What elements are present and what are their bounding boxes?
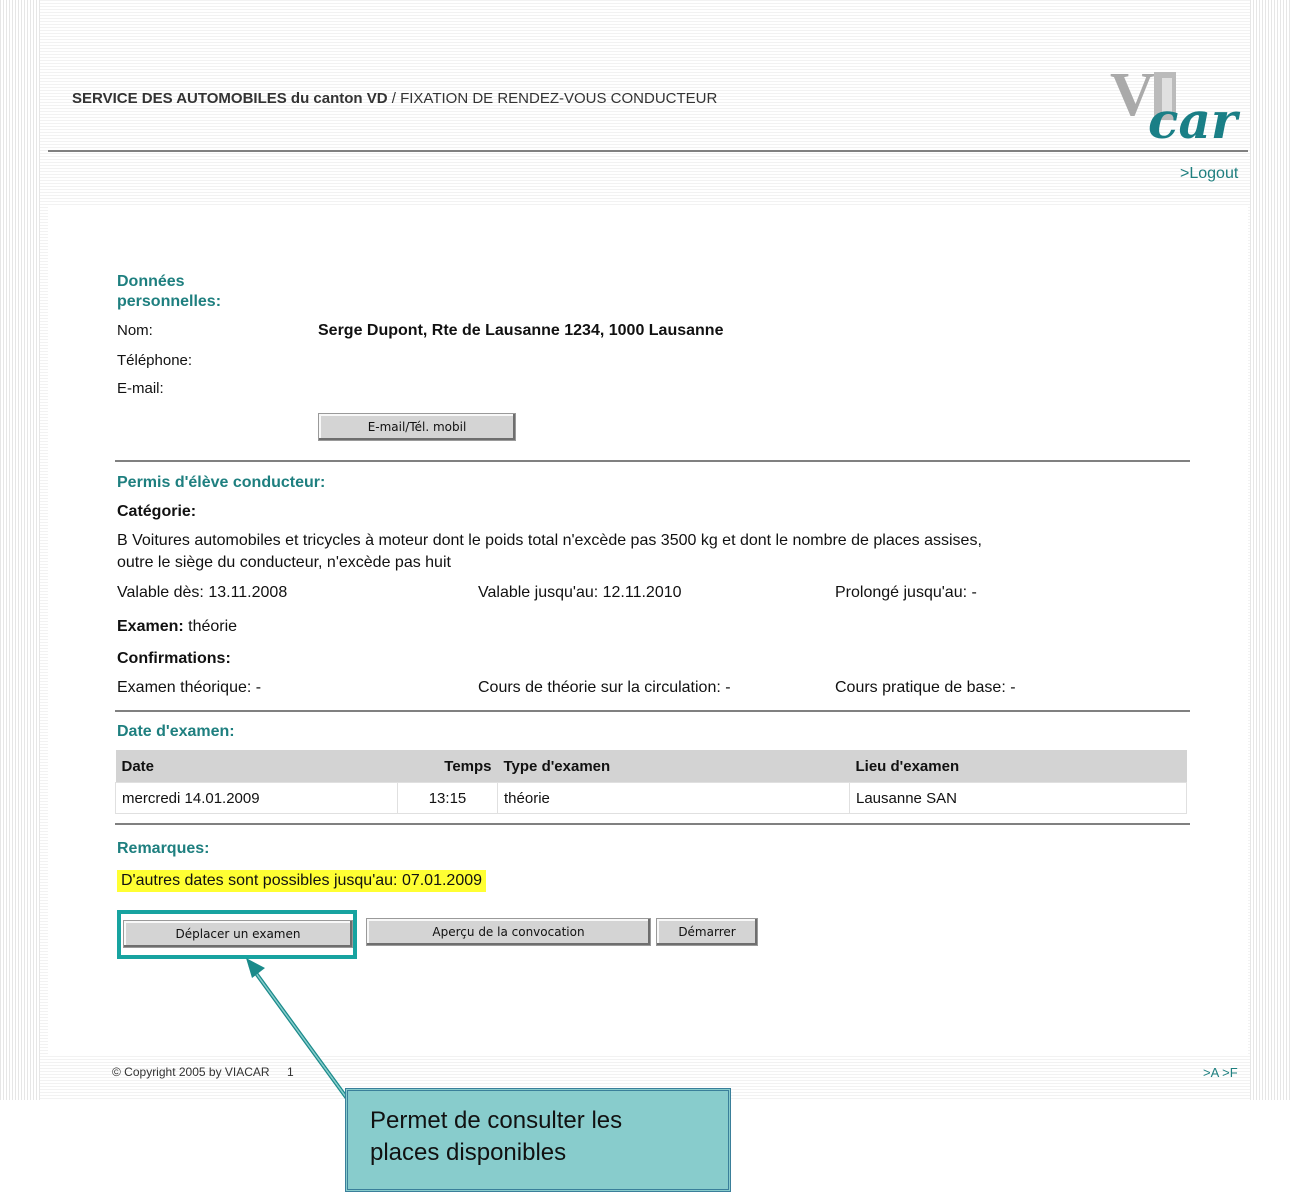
callout-line2: places disponibles bbox=[370, 1139, 567, 1166]
callout-line1: Permet de consulter les bbox=[370, 1107, 623, 1134]
callout-annotation: Permet de consulter les places disponibl… bbox=[345, 1088, 731, 1192]
callout-arrow bbox=[246, 958, 372, 1132]
